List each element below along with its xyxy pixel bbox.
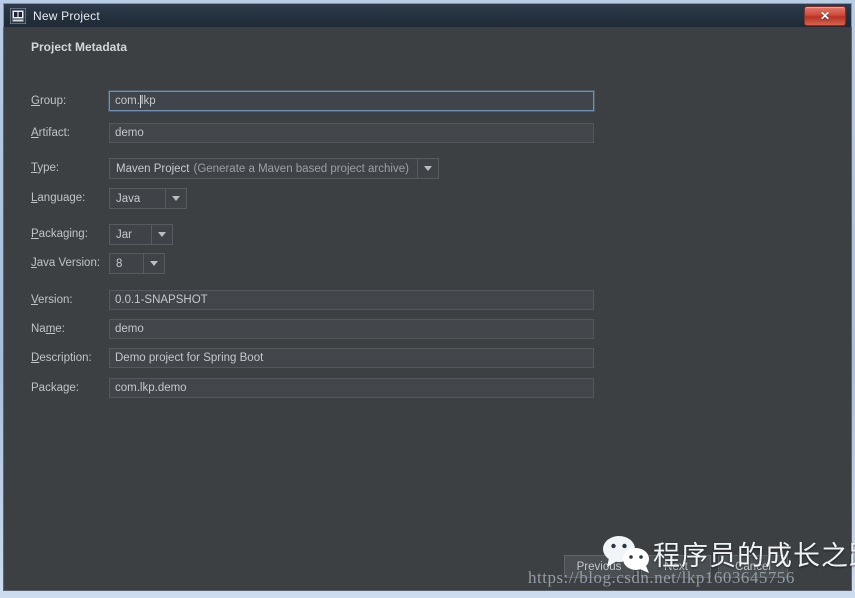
label-java-version: Java Version:	[31, 257, 101, 269]
window-frame: New Project ✕ Project Metadata Group: co…	[0, 0, 855, 598]
intellij-idea-icon	[9, 7, 27, 24]
java-version-combo[interactable]: 8	[109, 253, 165, 274]
close-button[interactable]: ✕	[804, 5, 846, 26]
type-combo-hint: (Generate a Maven based project archive)	[193, 162, 409, 175]
package-input[interactable]: com.lkp.demo	[109, 378, 594, 398]
version-input[interactable]: 0.0.1-SNAPSHOT	[109, 290, 594, 310]
label-artifact: Artifact:	[31, 127, 70, 139]
chevron-down-icon[interactable]	[143, 254, 164, 273]
chevron-down-icon[interactable]	[165, 189, 186, 208]
label-group: Group:	[31, 95, 67, 107]
label-name: Name:	[31, 323, 65, 335]
previous-button[interactable]: Previous	[564, 555, 634, 578]
chevron-down-icon[interactable]	[417, 159, 438, 178]
title-bar[interactable]: New Project ✕	[3, 3, 852, 27]
dialog-content: Project Metadata Group: com. lkp Artifact…	[3, 27, 852, 591]
label-package: Package:	[31, 382, 79, 394]
type-combo-text: Maven Project (Generate a Maven based pr…	[110, 159, 417, 178]
name-input[interactable]: demo	[109, 319, 594, 339]
label-type: Type:	[31, 162, 60, 174]
label-description: Description:	[31, 352, 92, 364]
group-value-right: lkp	[140, 95, 156, 107]
label-packaging: Packaging:	[31, 228, 88, 240]
label-language: Language:	[31, 192, 86, 204]
java-version-combo-value: 8	[116, 257, 123, 270]
description-input[interactable]: Demo project for Spring Boot	[109, 348, 594, 368]
group-input[interactable]: com. lkp	[109, 91, 594, 111]
packaging-combo-value: Jar	[116, 228, 132, 241]
window-title: New Project	[33, 8, 100, 23]
type-combo-value: Maven Project	[116, 162, 190, 175]
group-value-left: com.	[115, 95, 140, 107]
close-icon: ✕	[819, 8, 831, 23]
language-combo[interactable]: Java	[109, 188, 187, 209]
section-title: Project Metadata	[31, 40, 128, 54]
type-combo[interactable]: Maven Project (Generate a Maven based pr…	[109, 158, 439, 179]
language-combo-value: Java	[116, 192, 141, 205]
chevron-down-icon[interactable]	[151, 225, 172, 244]
next-button[interactable]: Next	[641, 555, 711, 578]
label-version: Version:	[31, 294, 73, 306]
packaging-combo[interactable]: Jar	[109, 224, 173, 245]
artifact-input[interactable]: demo	[109, 123, 594, 143]
cancel-button[interactable]: Cancel	[718, 555, 788, 578]
